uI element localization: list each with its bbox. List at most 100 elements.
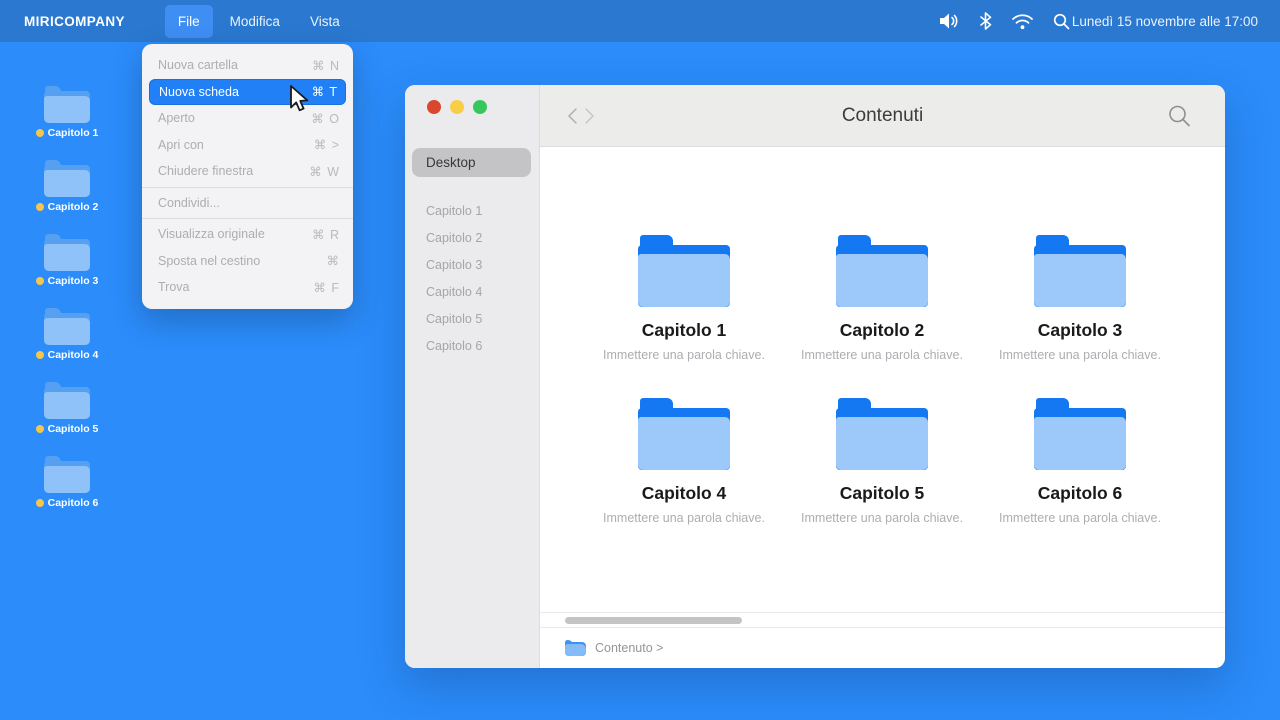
content-folder-title: Capitolo 4: [642, 483, 727, 504]
desktop-icon[interactable]: Capitolo 4: [28, 308, 106, 361]
window-sidebar: Desktop Capitolo 1Capitolo 2Capitolo 3Ca…: [405, 85, 540, 668]
label-dot-icon: [36, 425, 44, 433]
menu-item-trova[interactable]: Trova ⌘ F: [142, 274, 353, 301]
desktop-folder-icon: [44, 234, 90, 271]
sidebar-item[interactable]: Capitolo 5: [405, 305, 539, 332]
window-search-icon[interactable]: [1167, 103, 1192, 128]
content-folder-title: Capitolo 6: [1038, 483, 1123, 504]
desktop-icons: Capitolo 1 Capitolo 2 Capitolo 3 Capitolo 4…: [28, 86, 106, 509]
content-folder-title: Capitolo 5: [840, 483, 925, 504]
sidebar-item[interactable]: Capitolo 6: [405, 332, 539, 359]
menu-item-visualizza-originale[interactable]: Visualizza originale ⌘ R: [142, 221, 353, 248]
zoom-window-button[interactable]: [473, 100, 487, 114]
file-dropdown-menu: Nuova cartella ⌘ N Nuova scheda ⌘ T Aperto⌘ …: [142, 44, 353, 309]
content-folder-icon: [836, 235, 928, 307]
content-folder-subtitle: Immettere una parola chiave.: [999, 348, 1161, 362]
menu-item-shortcut: ⌘ T: [312, 84, 338, 99]
menu-item-shortcut: ⌘ >: [314, 137, 340, 152]
bluetooth-icon[interactable]: [979, 12, 992, 30]
menu-item-shortcut: ⌘: [327, 253, 341, 268]
desktop-icon-label: Capitolo 3: [36, 275, 99, 287]
desktop-folder-icon: [44, 382, 90, 419]
close-window-button[interactable]: [427, 100, 441, 114]
menubar-menu-file[interactable]: File: [165, 5, 213, 38]
desktop-folder-icon: [44, 308, 90, 345]
content-folder-icon: [638, 398, 730, 470]
brand-title: MIRICOMPANY: [24, 14, 125, 29]
label-dot-icon: [36, 499, 44, 507]
traffic-lights: [405, 85, 539, 114]
minimize-window-button[interactable]: [450, 100, 464, 114]
content-folder-title: Capitolo 1: [642, 320, 727, 341]
content-folder-subtitle: Immettere una parola chiave.: [603, 511, 765, 525]
desktop-icon-name: Capitolo 5: [48, 423, 99, 435]
folder-grid: Capitolo 1Immettere una parola chiave.Ca…: [540, 147, 1225, 525]
content-folder-title: Capitolo 2: [840, 320, 925, 341]
desktop-icon[interactable]: Capitolo 2: [28, 160, 106, 213]
volume-icon[interactable]: [939, 12, 960, 30]
breadcrumb-folder-icon: [565, 640, 586, 656]
menu-separator: [142, 187, 353, 188]
window-main: Contenuti Capitolo 1Immettere una parola…: [540, 85, 1225, 668]
content-folder-subtitle: Immettere una parola chiave.: [999, 511, 1161, 525]
scrollbar-thumb[interactable]: [565, 617, 742, 624]
menu-item-label: Visualizza originale: [158, 227, 265, 241]
content-folder[interactable]: Capitolo 2Immettere una parola chiave.: [783, 235, 981, 362]
desktop-icon-name: Capitolo 1: [48, 127, 99, 139]
menu-separator: [142, 218, 353, 219]
menubar-menus: FileModificaVista: [165, 5, 353, 38]
menu-item-shortcut: ⌘ N: [312, 58, 340, 73]
menu-item-label: Nuova scheda: [159, 85, 239, 99]
desktop-icon-label: Capitolo 2: [36, 201, 99, 213]
sidebar-item[interactable]: Capitolo 4: [405, 278, 539, 305]
sidebar-item-desktop[interactable]: Desktop: [412, 148, 531, 177]
menubar-menu-modifica[interactable]: Modifica: [217, 5, 293, 38]
horizontal-scrollbar[interactable]: [540, 612, 1225, 628]
content-area: Capitolo 1Immettere una parola chiave.Ca…: [540, 147, 1225, 612]
menu-item-label: Apri con: [158, 138, 204, 152]
content-folder[interactable]: Capitolo 1Immettere una parola chiave.: [585, 235, 783, 362]
search-icon[interactable]: [1053, 13, 1070, 30]
content-folder[interactable]: Capitolo 6 Immettere una parola chiave.: [981, 398, 1179, 525]
menu-item-label: Trova: [158, 280, 190, 294]
desktop-icon-name: Capitolo 6: [48, 497, 99, 509]
menu-item-shortcut: ⌘ O: [311, 111, 340, 126]
desktop-icon-label: Capitolo 1: [36, 127, 99, 139]
desktop-icon-name: Capitolo 4: [48, 349, 99, 361]
menu-item-label: Sposta nel cestino: [158, 254, 260, 268]
menu-item-shortcut: ⌘ R: [312, 227, 340, 242]
menu-item-label: Nuova cartella: [158, 58, 238, 72]
window-statusbar: Contenuto >: [540, 628, 1225, 668]
wifi-icon[interactable]: [1011, 13, 1034, 30]
desktop-icon[interactable]: Capitolo 1: [28, 86, 106, 139]
desktop-icon[interactable]: Capitolo 3: [28, 234, 106, 287]
menu-item-sposta-nel-cestino[interactable]: Sposta nel cestino ⌘: [142, 248, 353, 275]
menu-item-nuova-cartella[interactable]: Nuova cartella ⌘ N: [142, 52, 353, 79]
sidebar-item[interactable]: Capitolo 3: [405, 251, 539, 278]
content-folder[interactable]: Capitolo 3Immettere una parola chiave.: [981, 235, 1179, 362]
menubar-menu-vista[interactable]: Vista: [297, 5, 353, 38]
content-folder-subtitle: Immettere una parola chiave.: [801, 511, 963, 525]
menu-item-label: Condividi...: [158, 196, 220, 210]
desktop-folder-icon: [44, 456, 90, 493]
menu-item-apri-con[interactable]: Apri con ⌘ >: [142, 132, 353, 159]
desktop-icon[interactable]: Capitolo 5: [28, 382, 106, 435]
desktop-icon-label: Capitolo 6: [36, 497, 99, 509]
content-folder-icon: [638, 235, 730, 307]
menu-item-condividi[interactable]: Condividi...: [142, 190, 353, 217]
desktop-icon-label: Capitolo 4: [36, 349, 99, 361]
menu-item-nuova-scheda[interactable]: Nuova scheda ⌘ T: [149, 79, 346, 106]
breadcrumb[interactable]: Contenuto >: [595, 641, 663, 655]
sidebar-item[interactable]: Capitolo 2: [405, 224, 539, 251]
sidebar-item[interactable]: Capitolo 1: [405, 197, 539, 224]
sidebar-list: Capitolo 1Capitolo 2Capitolo 3Capitolo 4…: [405, 197, 539, 359]
desktop-icon-name: Capitolo 2: [48, 201, 99, 213]
status-area: Lunedì 15 novembre alle 17:00: [939, 0, 1258, 42]
menu-item-aperto[interactable]: Aperto⌘ O: [142, 105, 353, 132]
menu-item-shortcut: ⌘ F: [313, 280, 340, 295]
desktop-icon[interactable]: Capitolo 6: [28, 456, 106, 509]
content-folder[interactable]: Capitolo 4 Immettere una parola chiave.: [585, 398, 783, 525]
menu-bar: MIRICOMPANY FileModificaVista Lunedì 15 …: [0, 0, 1280, 42]
menu-item-chiudere-finestra[interactable]: Chiudere finestra⌘ W: [142, 158, 353, 185]
content-folder[interactable]: Capitolo 5 Immettere una parola chiave.: [783, 398, 981, 525]
